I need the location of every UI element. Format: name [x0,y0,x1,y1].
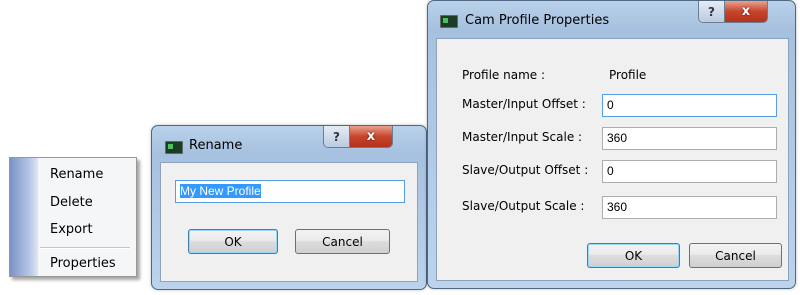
slave-output-offset-field[interactable]: 0 [602,160,777,183]
properties-client-area: Profile name : Profile Master/Input Offs… [436,38,789,281]
profile-name-label: Profile name : [462,68,546,82]
slave-output-offset-label: Slave/Output Offset : [462,163,589,177]
menu-item-export[interactable]: Export [50,219,93,241]
close-icon: x [366,129,376,144]
cancel-button[interactable]: Cancel [689,243,782,268]
close-icon: x [741,4,751,19]
master-input-scale-label: Master/Input Scale : [462,130,583,144]
rename-title-bar[interactable]: Rename ? x [152,126,426,162]
rename-dialog: Rename ? x My New Profile OK Cancel [151,125,427,290]
master-input-scale-field[interactable]: 360 [602,127,777,150]
app-icon [165,141,183,154]
master-input-offset-label: Master/Input Offset : [462,97,586,111]
close-button[interactable]: x [350,126,392,147]
properties-caption-buttons: ? x [698,1,768,23]
help-button[interactable]: ? [699,1,725,22]
master-input-offset-field[interactable]: 0 [602,94,777,117]
close-button[interactable]: x [725,1,767,22]
context-menu: Rename Delete Export Properties [9,157,137,277]
rename-client-area: My New Profile OK Cancel [160,162,418,282]
menu-item-delete[interactable]: Delete [50,192,93,214]
properties-title: Cam Profile Properties [465,13,610,28]
menu-separator [40,247,130,249]
ok-button[interactable]: OK [188,229,278,254]
profile-name-value: Profile [609,68,647,82]
profile-name-input-value: My New Profile [180,184,261,198]
profile-name-input[interactable]: My New Profile [175,180,405,203]
slave-output-scale-field[interactable]: 360 [602,196,777,219]
help-button[interactable]: ? [324,126,350,147]
app-icon [440,15,458,28]
menu-item-rename[interactable]: Rename [50,164,103,186]
help-icon: ? [708,4,715,19]
properties-dialog: Cam Profile Properties ? x Profile name … [427,0,796,289]
help-icon: ? [333,129,340,144]
properties-title-bar[interactable]: Cam Profile Properties ? x [428,1,795,37]
cancel-button[interactable]: Cancel [295,229,390,254]
context-menu-gutter [10,158,38,276]
slave-output-scale-label: Slave/Output Scale : [462,199,585,213]
ok-button[interactable]: OK [587,243,680,268]
rename-title: Rename [189,138,243,153]
rename-caption-buttons: ? x [323,126,393,148]
menu-item-properties[interactable]: Properties [50,253,116,275]
